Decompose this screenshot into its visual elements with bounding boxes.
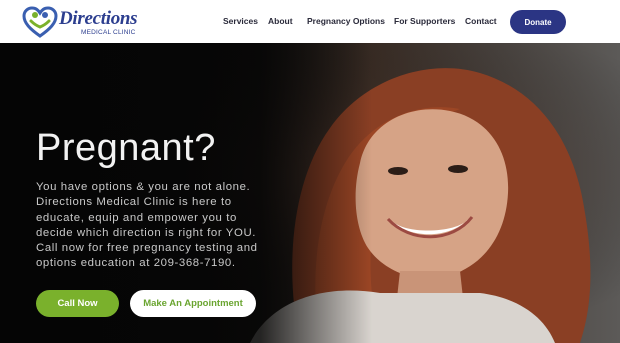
call-now-button[interactable]: Call Now bbox=[36, 290, 119, 317]
nav-contact[interactable]: Contact bbox=[465, 16, 497, 26]
nav-about[interactable]: About bbox=[268, 16, 293, 26]
site-header: Directions MEDICAL CLINIC Services About… bbox=[0, 0, 620, 43]
nav-for-supporters[interactable]: For Supporters bbox=[394, 16, 455, 26]
brand-name: Directions bbox=[59, 8, 138, 29]
nav-pregnancy-options[interactable]: Pregnancy Options bbox=[307, 16, 385, 26]
make-appointment-button[interactable]: Make An Appointment bbox=[130, 290, 256, 317]
brand-subtitle: MEDICAL CLINIC bbox=[81, 29, 136, 36]
hero-description: You have options & you are not alone. Di… bbox=[36, 181, 258, 270]
hero-title: Pregnant? bbox=[36, 127, 216, 169]
donate-button[interactable]: Donate bbox=[510, 10, 566, 34]
hero-section: Pregnant? You have options & you are not… bbox=[0, 43, 620, 343]
nav-services[interactable]: Services bbox=[223, 16, 258, 26]
heart-people-icon bbox=[22, 6, 58, 38]
brand-logo[interactable]: Directions MEDICAL CLINIC bbox=[22, 5, 138, 39]
